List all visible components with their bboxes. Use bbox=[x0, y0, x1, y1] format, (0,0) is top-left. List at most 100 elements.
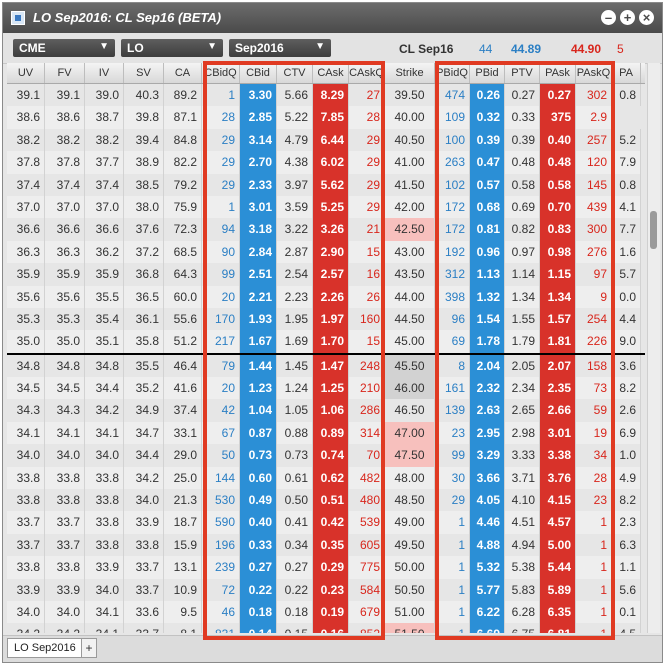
cell-cbid[interactable]: 1.44 bbox=[240, 354, 277, 378]
cell-pask[interactable]: 5.89 bbox=[540, 578, 576, 601]
cell-ptv[interactable]: 0.48 bbox=[505, 151, 540, 174]
add-tab-button[interactable]: + bbox=[81, 638, 97, 658]
cell-ctv[interactable]: 0.34 bbox=[277, 533, 313, 557]
cell-strike[interactable]: 47.50 bbox=[385, 444, 435, 467]
cell-pbid[interactable]: 5.77 bbox=[470, 578, 505, 601]
cell-cbidq[interactable]: 1 bbox=[202, 84, 240, 107]
cell-ptv[interactable]: 0.58 bbox=[505, 173, 540, 196]
cell-pbid[interactable]: 0.47 bbox=[470, 151, 505, 174]
cell-ctv[interactable]: 4.79 bbox=[277, 128, 313, 152]
table-row[interactable]: 34.3 34.3 34.2 34.9 37.4 42 1.04 1.05 1.06 286 46.… bbox=[7, 399, 645, 422]
cell-cask[interactable]: 7.85 bbox=[313, 106, 349, 129]
cell-pbidq[interactable]: 30 bbox=[435, 466, 470, 490]
cell-strike[interactable]: 39.50 bbox=[385, 84, 435, 107]
cell-ctv[interactable]: 2.87 bbox=[277, 240, 313, 264]
close-icon[interactable]: × bbox=[639, 10, 654, 25]
cell-cask[interactable]: 2.57 bbox=[313, 263, 349, 286]
cell-pbidq[interactable]: 139 bbox=[435, 399, 470, 422]
cell-cbidq[interactable]: 831 bbox=[202, 623, 240, 633]
cell-strike[interactable]: 46.50 bbox=[385, 399, 435, 422]
cell-strike[interactable]: 42.50 bbox=[385, 218, 435, 241]
cell-ctv[interactable]: 3.97 bbox=[277, 173, 313, 196]
cell-pask[interactable]: 4.57 bbox=[540, 511, 576, 534]
cell-cbid[interactable]: 0.87 bbox=[240, 421, 277, 445]
cell-cask[interactable]: 0.89 bbox=[313, 421, 349, 445]
cell-cask[interactable]: 1.97 bbox=[313, 307, 349, 331]
table-row[interactable]: 33.8 33.8 33.8 34.0 21.3 530 0.49 0.50 0.51 480 48… bbox=[7, 489, 645, 512]
cell-pbid[interactable]: 1.13 bbox=[470, 263, 505, 286]
cell-cbidq[interactable]: 20 bbox=[202, 285, 240, 308]
column-header-ca[interactable]: CA bbox=[164, 63, 202, 83]
cell-caskq[interactable]: 29 bbox=[349, 195, 385, 219]
column-header-strike[interactable]: Strike bbox=[385, 63, 435, 83]
cell-ptv[interactable]: 1.34 bbox=[505, 285, 540, 308]
cell-ptv[interactable]: 5.38 bbox=[505, 556, 540, 579]
cell-strike[interactable]: 49.00 bbox=[385, 511, 435, 534]
column-header-caskq[interactable]: CAskQ bbox=[349, 63, 385, 83]
cell-ptv[interactable]: 0.33 bbox=[505, 106, 540, 129]
cell-caskq[interactable]: 16 bbox=[349, 263, 385, 286]
column-header-iv[interactable]: IV bbox=[85, 63, 124, 83]
cell-pbid[interactable]: 0.81 bbox=[470, 218, 505, 241]
column-header-pask[interactable]: PAsk bbox=[540, 63, 576, 83]
cell-caskq[interactable]: 21 bbox=[349, 218, 385, 241]
cell-cask[interactable]: 1.06 bbox=[313, 399, 349, 422]
cell-paskq[interactable]: 1 bbox=[576, 623, 612, 633]
column-header-cask[interactable]: CAsk bbox=[313, 63, 349, 83]
column-header-fv[interactable]: FV bbox=[45, 63, 85, 83]
cell-strike[interactable]: 42.00 bbox=[385, 195, 435, 219]
cell-cbid[interactable]: 2.70 bbox=[240, 151, 277, 174]
table-row[interactable]: 35.6 35.6 35.5 36.5 60.0 20 2.21 2.23 2.26 26 44.0… bbox=[7, 285, 645, 308]
table-row[interactable]: 34.0 34.0 34.0 34.4 29.0 50 0.73 0.73 0.74 70 47.5… bbox=[7, 444, 645, 467]
cell-caskq[interactable]: 26 bbox=[349, 285, 385, 308]
cell-ptv[interactable]: 4.51 bbox=[505, 511, 540, 534]
cell-pbid[interactable]: 1.78 bbox=[470, 330, 505, 353]
cell-cbid[interactable]: 2.51 bbox=[240, 263, 277, 286]
cell-pbidq[interactable]: 96 bbox=[435, 307, 470, 331]
cell-paskq[interactable]: 73 bbox=[576, 377, 612, 400]
cell-cbid[interactable]: 2.84 bbox=[240, 240, 277, 264]
table-row[interactable]: 35.0 35.0 35.1 35.8 51.2 217 1.67 1.69 1.70 15 45.… bbox=[7, 330, 645, 355]
cell-cask[interactable]: 0.23 bbox=[313, 578, 349, 601]
cell-caskq[interactable]: 27 bbox=[349, 84, 385, 107]
column-header-cbid[interactable]: CBid bbox=[240, 63, 277, 83]
cell-cbid[interactable]: 1.23 bbox=[240, 377, 277, 400]
cell-pbid[interactable]: 1.32 bbox=[470, 285, 505, 308]
cell-pask[interactable]: 0.70 bbox=[540, 195, 576, 219]
cell-cbid[interactable]: 3.14 bbox=[240, 128, 277, 152]
cell-ptv[interactable]: 6.75 bbox=[505, 623, 540, 633]
cell-pbidq[interactable]: 1 bbox=[435, 533, 470, 557]
table-row[interactable]: 33.8 33.8 33.9 33.7 13.1 239 0.27 0.27 0.29 775 50… bbox=[7, 556, 645, 579]
cell-cask[interactable]: 8.29 bbox=[313, 84, 349, 107]
table-row[interactable]: 34.5 34.5 34.4 35.2 41.6 20 1.23 1.24 1.25 210 46.… bbox=[7, 377, 645, 400]
cell-pbid[interactable]: 3.29 bbox=[470, 444, 505, 467]
cell-cask[interactable]: 0.29 bbox=[313, 556, 349, 579]
cell-pbid[interactable]: 4.05 bbox=[470, 489, 505, 512]
cell-pask[interactable]: 2.66 bbox=[540, 399, 576, 422]
cell-paskq[interactable]: 1 bbox=[576, 578, 612, 601]
cell-cbidq[interactable]: 94 bbox=[202, 218, 240, 241]
cell-ctv[interactable]: 5.22 bbox=[277, 106, 313, 129]
cell-paskq[interactable]: 59 bbox=[576, 399, 612, 422]
cell-cbid[interactable]: 1.04 bbox=[240, 399, 277, 422]
cell-cbid[interactable]: 3.01 bbox=[240, 195, 277, 219]
column-header-paskq[interactable]: PAskQ bbox=[576, 63, 612, 83]
cell-paskq[interactable]: 158 bbox=[576, 354, 612, 378]
cell-paskq[interactable]: 9 bbox=[576, 285, 612, 308]
cell-cask[interactable]: 1.25 bbox=[313, 377, 349, 400]
cell-strike[interactable]: 41.00 bbox=[385, 151, 435, 174]
cell-cbid[interactable]: 0.14 bbox=[240, 623, 277, 633]
cell-cbid[interactable]: 0.73 bbox=[240, 444, 277, 467]
column-header-pbid[interactable]: PBid bbox=[470, 63, 505, 83]
table-row[interactable]: 34.234.234.133.78.18310.140.150.1685251.… bbox=[7, 623, 645, 633]
cell-pbid[interactable]: 0.57 bbox=[470, 173, 505, 196]
cell-cask[interactable]: 6.02 bbox=[313, 151, 349, 174]
cell-cbidq[interactable]: 144 bbox=[202, 466, 240, 490]
cell-pbidq[interactable]: 100 bbox=[435, 128, 470, 152]
cell-ptv[interactable]: 0.82 bbox=[505, 218, 540, 241]
cell-cask[interactable]: 0.62 bbox=[313, 466, 349, 490]
cell-pask[interactable]: 0.40 bbox=[540, 128, 576, 152]
cell-pbid[interactable]: 6.69 bbox=[470, 623, 505, 633]
table-row[interactable]: 33.7 33.7 33.8 33.9 18.7 590 0.40 0.41 0.42 539 49… bbox=[7, 511, 645, 534]
scrollbar-thumb[interactable] bbox=[650, 211, 657, 249]
